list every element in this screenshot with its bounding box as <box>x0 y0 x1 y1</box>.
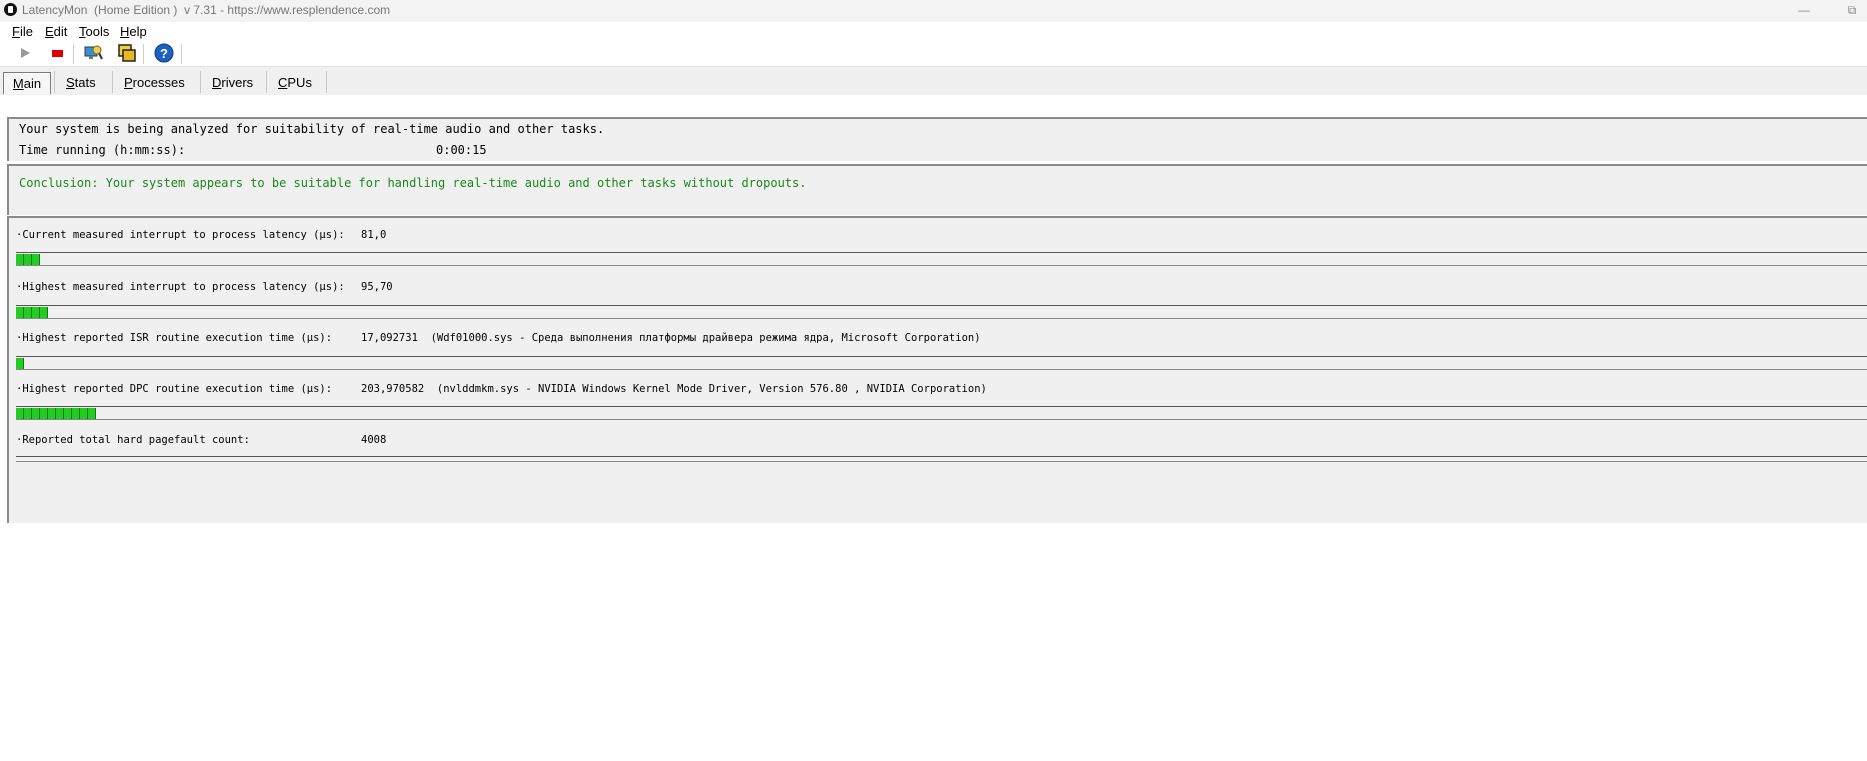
metric-value: 95,70 <box>361 281 393 293</box>
tab-separator <box>326 71 327 93</box>
menu-edit[interactable]: Edit <box>45 24 67 39</box>
pagefault-bar <box>16 456 1867 462</box>
status-panel: Your system is being analyzed for suitab… <box>7 117 1867 161</box>
latency-bar <box>16 305 1867 319</box>
menu-file[interactable]: File <box>12 24 33 39</box>
metric-label: ·Current measured interrupt to process l… <box>16 229 345 241</box>
metric-label: ·Highest reported DPC routine execution … <box>16 383 333 395</box>
tab-processes[interactable]: Processes <box>122 72 187 93</box>
bar-segment <box>32 307 40 318</box>
tab-separator <box>54 71 55 93</box>
bar-segment <box>40 307 48 318</box>
conclusion-text: Conclusion: Your system appears to be su… <box>19 176 807 190</box>
status-text: Your system is being analyzed for suitab… <box>19 122 605 136</box>
menu-tools[interactable]: Tools <box>79 24 109 39</box>
metric-label: ·Highest measured interrupt to process l… <box>16 281 345 293</box>
metric-label: ·Highest reported ISR routine execution … <box>16 332 333 344</box>
time-running-label: Time running (h:mm:ss): <box>19 143 186 157</box>
latency-bar <box>16 356 1867 370</box>
tab-separator <box>112 71 113 93</box>
bar-segment <box>72 408 80 419</box>
minimize-button[interactable]: — <box>1789 1 1819 19</box>
title-bar: LatencyMon (Home Edition ) v 7.31 - http… <box>0 0 1867 22</box>
bar-segment <box>24 408 32 419</box>
tab-main[interactable]: Main <box>3 72 51 94</box>
metric-value: 4008 <box>361 434 387 446</box>
bar-segment <box>88 408 96 419</box>
bar-segment <box>48 408 56 419</box>
bar-segment <box>56 408 64 419</box>
toolbar-separator <box>143 44 144 64</box>
conclusion-panel: Conclusion: Your system appears to be su… <box>7 164 1867 215</box>
window-title: LatencyMon (Home Edition ) v 7.31 - http… <box>22 3 391 17</box>
metric-value: 17,092731 (Wdf01000.sys - Среда выполнен… <box>361 332 981 344</box>
bar-segment <box>24 307 32 318</box>
stop-icon[interactable] <box>46 43 68 63</box>
time-running-value: 0:00:15 <box>436 143 487 157</box>
latency-bar <box>16 252 1867 266</box>
tab-separator <box>266 71 267 93</box>
bar-segment <box>16 307 24 318</box>
toolbar: ? <box>0 40 1867 67</box>
metric-label: ·Reported total hard pagefault count: <box>16 434 250 446</box>
metric-value: 203,970582 (nvlddmkm.sys - NVIDIA Window… <box>361 383 987 395</box>
bar-segment <box>32 254 40 265</box>
bar-segment <box>64 408 72 419</box>
bar-segment <box>80 408 88 419</box>
bar-segment <box>16 254 24 265</box>
latency-bar <box>16 406 1867 420</box>
windows-icon[interactable] <box>116 43 138 63</box>
latencymon-logo-icon <box>4 3 17 16</box>
bar-fill <box>16 358 24 369</box>
tab-separator <box>200 71 201 93</box>
menu-help[interactable]: Help <box>120 24 147 39</box>
bar-segment <box>40 408 48 419</box>
metrics-panel: ·Current measured interrupt to process l… <box>7 216 1867 523</box>
toolbar-separator <box>73 44 74 64</box>
metric-value: 81,0 <box>361 229 387 241</box>
tab-cpus[interactable]: CPUs <box>276 72 314 93</box>
tab-stats[interactable]: Stats <box>64 72 98 93</box>
play-icon[interactable] <box>14 43 36 63</box>
tab-bar: Main Stats Processes Drivers CPUs <box>0 67 1867 95</box>
svg-text:?: ? <box>160 46 168 61</box>
bar-fill <box>16 254 40 265</box>
bar-fill <box>16 307 48 318</box>
bar-segment <box>16 408 24 419</box>
help-icon[interactable]: ? <box>153 43 175 63</box>
toolbar-separator <box>181 44 182 64</box>
restore-button[interactable]: ⧉ <box>1837 1 1867 19</box>
bar-segment <box>24 254 32 265</box>
bar-segment <box>32 408 40 419</box>
bar-segment <box>16 358 24 369</box>
bar-fill <box>16 408 96 419</box>
menu-bar: File Edit Tools Help <box>0 22 1867 41</box>
monitor-icon[interactable] <box>82 43 104 63</box>
tab-drivers[interactable]: Drivers <box>210 72 255 93</box>
